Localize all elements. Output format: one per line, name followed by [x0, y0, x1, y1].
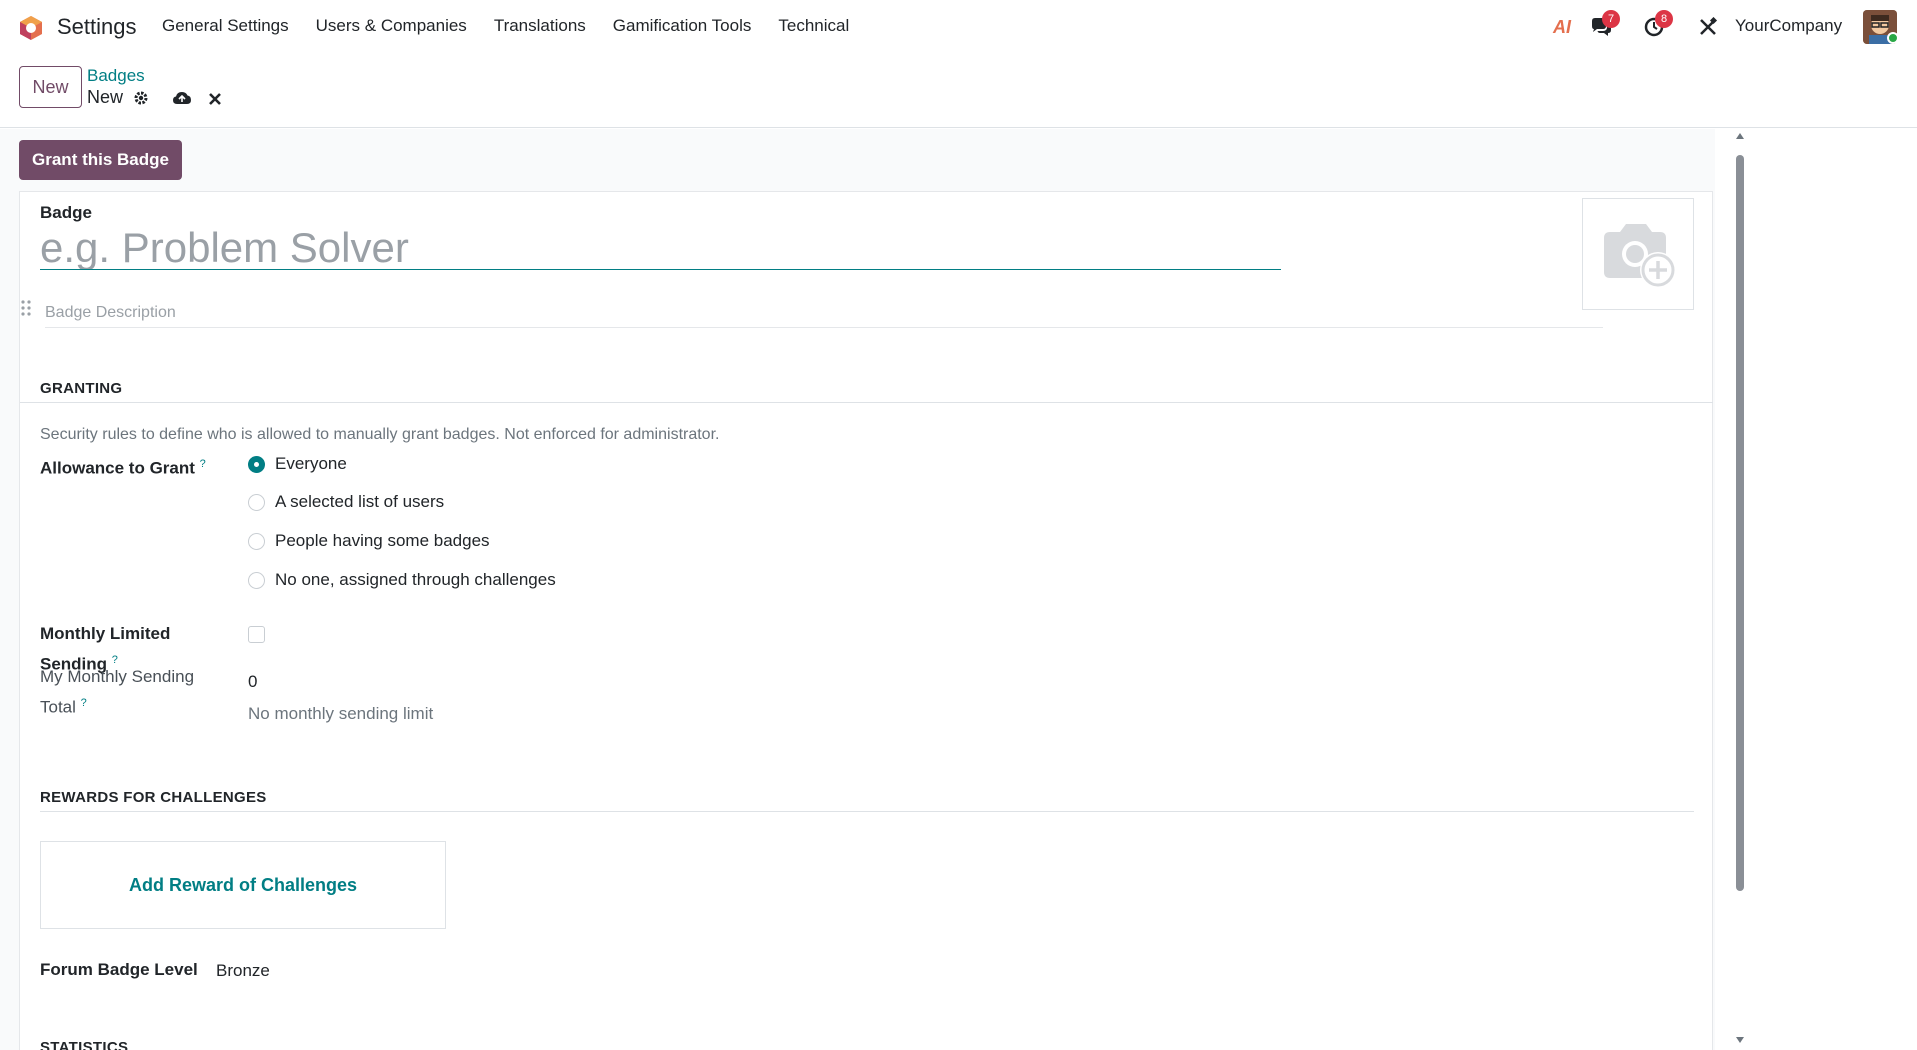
discard-close-icon[interactable]	[205, 89, 225, 109]
radio-no-one[interactable]	[248, 571, 265, 589]
statistics-section-title: STATISTICS	[40, 1039, 129, 1050]
save-cloud-icon[interactable]	[172, 88, 192, 108]
radio-option-everyone[interactable]: Everyone	[248, 454, 347, 474]
company-switcher[interactable]: YourCompany	[1735, 16, 1842, 36]
badge-image-upload[interactable]	[1582, 198, 1694, 310]
activities-count-badge: 8	[1655, 10, 1673, 28]
app-name[interactable]: Settings	[57, 14, 137, 40]
status-bar: Grant this Badge	[0, 129, 1715, 191]
ai-icon[interactable]: AI	[1549, 14, 1575, 40]
radio-option-no-one[interactable]: No one, assigned through challenges	[248, 570, 556, 590]
online-status-dot	[1887, 32, 1899, 44]
menu-gamification-tools[interactable]: Gamification Tools	[613, 16, 752, 36]
radio-selected-users[interactable]	[248, 493, 265, 511]
radio-having-badges[interactable]	[248, 532, 265, 550]
add-reward-link[interactable]: Add Reward of Challenges	[129, 875, 357, 896]
menu-translations[interactable]: Translations	[494, 16, 586, 36]
new-button[interactable]: New	[19, 66, 82, 108]
form-content-area: Grant this Badge Badge GRANTING Security…	[0, 129, 1715, 1050]
forum-badge-level-value[interactable]: Bronze	[216, 961, 270, 981]
radio-everyone[interactable]	[248, 455, 265, 473]
activities-clock-icon[interactable]: 8	[1641, 10, 1673, 40]
control-panel: New Badges New	[0, 54, 1917, 128]
radio-option-having-badges[interactable]: People having some badges	[248, 531, 490, 551]
monthly-sending-limit-note: No monthly sending limit	[248, 704, 434, 723]
scroll-thumb[interactable]	[1736, 155, 1744, 891]
monthly-sending-total-label: My Monthly Sending Total ?	[40, 667, 195, 717]
badge-name-input[interactable]	[40, 226, 1281, 270]
monthly-limited-checkbox[interactable]	[248, 626, 265, 643]
odoo-logo-icon[interactable]	[17, 14, 45, 42]
allowance-help-tooltip[interactable]: ?	[200, 458, 206, 470]
menu-general-settings[interactable]: General Settings	[162, 16, 289, 36]
badge-description-input[interactable]	[45, 298, 1603, 328]
grant-badge-button[interactable]: Grant this Badge	[19, 140, 182, 180]
rewards-divider	[40, 811, 1694, 812]
debug-tools-icon[interactable]	[1695, 14, 1721, 40]
breadcrumb-current: New	[87, 87, 124, 107]
scroll-up-arrow-icon[interactable]	[1736, 133, 1744, 139]
menu-users-companies[interactable]: Users & Companies	[316, 16, 467, 36]
forum-badge-level-label: Forum Badge Level	[40, 960, 198, 979]
main-menu: General Settings Users & Companies Trans…	[162, 16, 876, 36]
rewards-section-title: REWARDS FOR CHALLENGES	[40, 789, 267, 806]
top-navbar: Settings General Settings Users & Compan…	[0, 0, 1917, 54]
granting-help-text: Security rules to define who is allowed …	[40, 426, 720, 443]
monthly-total-help-tooltip[interactable]: ?	[81, 697, 87, 709]
messages-count-badge: 7	[1602, 10, 1620, 28]
scroll-down-arrow-icon[interactable]	[1736, 1037, 1744, 1043]
monthly-sending-total-value: 0	[248, 672, 258, 691]
granting-divider	[20, 402, 1713, 403]
add-reward-box[interactable]: Add Reward of Challenges	[40, 841, 446, 929]
badge-name-label: Badge	[40, 203, 92, 222]
camera-plus-icon	[1604, 224, 1676, 288]
breadcrumb-badges[interactable]: Badges	[87, 66, 145, 86]
granting-section-title: GRANTING	[40, 380, 123, 397]
vertical-scrollbar[interactable]	[1733, 129, 1747, 1050]
radio-option-selected-users[interactable]: A selected list of users	[248, 492, 444, 512]
messages-icon[interactable]: 7	[1588, 10, 1620, 40]
gear-icon[interactable]	[131, 88, 151, 108]
allowance-to-grant-label: Allowance to Grant ?	[40, 458, 206, 478]
form-sheet: Badge GRANTING Security rules to define …	[19, 191, 1713, 1050]
drag-handle-icon[interactable]	[21, 300, 33, 318]
menu-technical[interactable]: Technical	[778, 16, 849, 36]
